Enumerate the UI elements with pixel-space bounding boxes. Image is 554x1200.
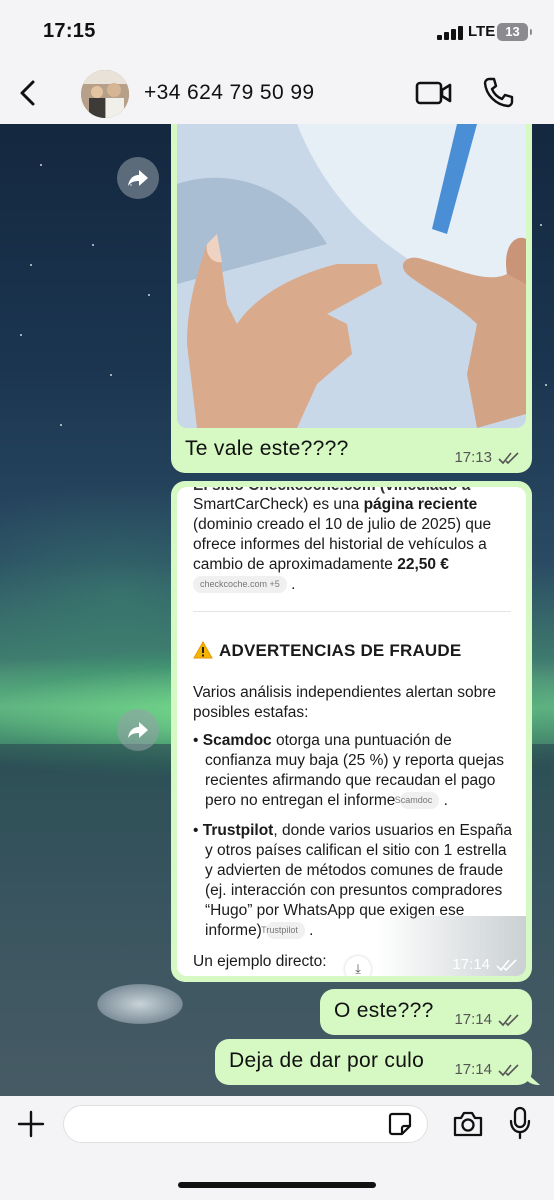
- read-ticks-icon: [496, 958, 517, 971]
- voice-call-button[interactable]: [482, 76, 514, 108]
- contact-name[interactable]: +34 624 79 50 99: [144, 81, 314, 105]
- warning-icon: [193, 641, 213, 659]
- phone-icon: [483, 77, 514, 108]
- microphone-button[interactable]: [508, 1106, 532, 1140]
- message-text: O este???: [334, 999, 434, 1022]
- bullet2-bold: Trustpilot: [202, 822, 274, 839]
- message-input[interactable]: [63, 1105, 428, 1143]
- intro-paragraph: SmartCarCheck) es una página reciente (d…: [193, 496, 492, 594]
- bullet-scamdoc: • Scamdoc otorga una puntuación de confi…: [193, 732, 504, 810]
- image-message[interactable]: Te vale este???? 17:13: [171, 124, 532, 473]
- intro-bold: página reciente: [363, 496, 478, 513]
- battery-indicator: 13: [497, 23, 532, 41]
- photo-content: [177, 124, 526, 428]
- sticker-icon: [388, 1112, 412, 1136]
- forward-button[interactable]: [117, 157, 159, 199]
- back-chevron-icon: [20, 80, 35, 106]
- camera-button[interactable]: [452, 1110, 484, 1138]
- sticker-button[interactable]: [387, 1111, 413, 1137]
- warning-paragraph: Varios análisis independientes alertan s…: [193, 684, 497, 721]
- document-message[interactable]: El sitio Checkcoche.com (vinculado a Sma…: [171, 481, 532, 982]
- text-message[interactable]: O este??? 17:14: [320, 989, 532, 1035]
- download-icon[interactable]: ⤓: [345, 956, 371, 976]
- composer-bar: [0, 1096, 554, 1200]
- signal-icon: [437, 26, 465, 40]
- camera-icon: [453, 1111, 483, 1137]
- message-meta: 17:13: [454, 449, 520, 466]
- attach-button[interactable]: [15, 1108, 47, 1140]
- message-meta: 17:14: [454, 1061, 520, 1078]
- source-chip[interactable]: checkcoche.com +5: [193, 576, 287, 594]
- microphone-icon: [509, 1106, 531, 1140]
- status-time: 17:15: [43, 20, 96, 42]
- document-preview[interactable]: El sitio Checkcoche.com (vinculado a Sma…: [177, 487, 526, 976]
- message-meta: 17:14: [454, 1011, 520, 1028]
- status-bar: 17:15 LTE 13: [0, 0, 554, 62]
- forward-icon: [128, 722, 148, 738]
- read-ticks-icon: [498, 451, 519, 464]
- video-call-icon: [415, 81, 452, 105]
- video-call-button[interactable]: [415, 78, 453, 108]
- message-time: 17:14: [452, 956, 490, 973]
- bullet1-bold: Scamdoc: [202, 732, 272, 749]
- avatar-photo: [81, 70, 129, 118]
- read-ticks-icon: [498, 1063, 519, 1076]
- forward-icon: [128, 170, 148, 186]
- network-type: LTE: [468, 23, 496, 40]
- message-text: Deja de dar por culo: [229, 1049, 425, 1072]
- heading-text: ADVERTENCIAS DE FRAUDE: [219, 641, 462, 660]
- home-indicator: [178, 1182, 376, 1188]
- message-meta: 17:14: [452, 956, 518, 973]
- price: 22,50 €: [397, 556, 449, 573]
- chat-header: +34 624 79 50 99: [0, 62, 554, 124]
- intro-text: SmartCarCheck) es una: [193, 496, 364, 513]
- message-photo[interactable]: [177, 124, 526, 428]
- back-button[interactable]: [14, 76, 44, 110]
- message-time: 17:14: [454, 1061, 492, 1078]
- divider: [193, 611, 511, 612]
- message-time: 17:13: [454, 449, 492, 466]
- text-message[interactable]: Deja de dar por culo 17:14: [215, 1039, 532, 1085]
- forward-button[interactable]: [117, 709, 159, 751]
- avatar[interactable]: [81, 70, 129, 118]
- message-caption: Te vale este????: [185, 437, 349, 460]
- message-time: 17:14: [454, 1011, 492, 1028]
- trustpilot-chip[interactable]: Trustpilot: [261, 922, 305, 940]
- fraud-heading: ADVERTENCIAS DE FRAUDE: [193, 641, 461, 661]
- scamdoc-chip[interactable]: Scamdoc: [395, 792, 440, 810]
- plus-icon: [17, 1110, 45, 1138]
- read-ticks-icon: [498, 1013, 519, 1026]
